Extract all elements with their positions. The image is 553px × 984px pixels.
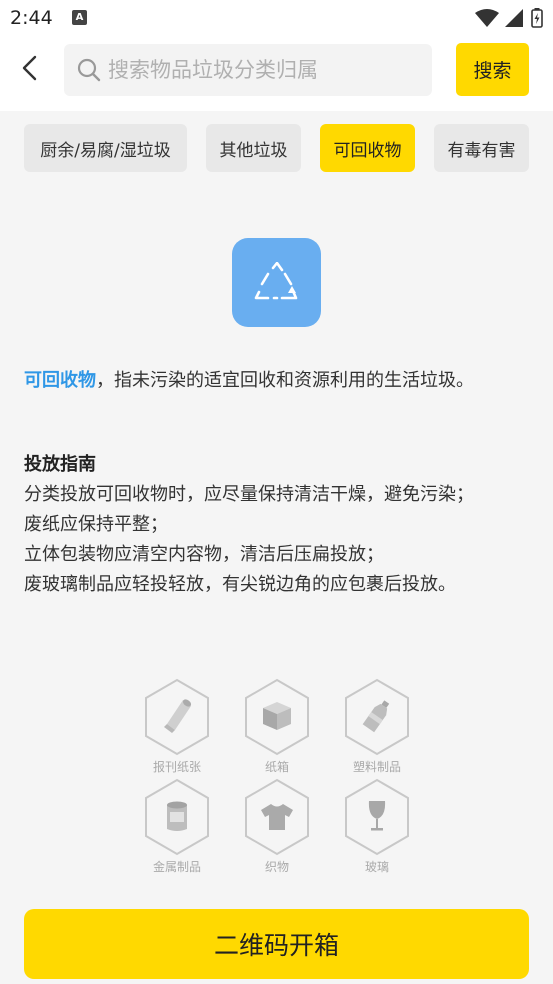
tab-recyclable[interactable]: 可回收物 bbox=[320, 124, 415, 172]
battery-charging-icon bbox=[531, 8, 543, 28]
example-item-label: 纸箱 bbox=[264, 760, 289, 774]
guide-line: 分类投放可回收物时，应尽量保持清洁干燥，避免污染； bbox=[24, 484, 474, 505]
guide-line: 废纸应保持平整； bbox=[24, 514, 168, 535]
search-box[interactable] bbox=[64, 44, 432, 96]
recyclable-category-icon bbox=[232, 238, 321, 327]
example-item-plastic: 塑料制品 bbox=[343, 678, 411, 778]
category-name: 可回收物 bbox=[24, 370, 96, 391]
example-item-label: 织物 bbox=[264, 860, 289, 874]
tab-hazardous[interactable]: 有毒有害 bbox=[434, 124, 529, 172]
search-header: 搜索 bbox=[0, 36, 553, 111]
guide-title: 投放指南 bbox=[24, 454, 96, 475]
status-icons bbox=[475, 8, 543, 28]
guide-line: 立体包装物应清空内容物，清洁后压扁投放； bbox=[24, 544, 384, 565]
tab-kitchen-waste[interactable]: 厨余/易腐/湿垃圾 bbox=[24, 124, 187, 172]
example-item-newspaper: 报刊纸张 bbox=[143, 678, 211, 778]
tshirt-icon bbox=[261, 804, 293, 830]
example-item-textile: 织物 bbox=[243, 778, 311, 878]
signal-icon bbox=[505, 9, 523, 27]
wine-glass-icon bbox=[368, 801, 386, 831]
metal-can-icon bbox=[167, 801, 187, 831]
cardboard-box-icon bbox=[263, 702, 291, 730]
example-item-metal: 金属制品 bbox=[143, 778, 211, 878]
example-item-label: 金属制品 bbox=[152, 860, 201, 874]
recycle-icon bbox=[254, 261, 297, 299]
back-button[interactable] bbox=[12, 50, 48, 86]
search-button[interactable]: 搜索 bbox=[456, 43, 529, 96]
category-definition: ，指未污染的适宜回收和资源利用的生活垃圾。 bbox=[96, 370, 474, 391]
chevron-left-icon bbox=[22, 55, 37, 81]
notification-badge: A bbox=[72, 10, 87, 25]
disposal-guide: 投放指南 分类投放可回收物时，应尽量保持清洁干燥，避免污染； 废纸应保持平整； … bbox=[24, 450, 539, 600]
wifi-icon bbox=[475, 9, 499, 27]
example-item-glass: 玻璃 bbox=[343, 778, 411, 878]
status-time: 2:44 bbox=[10, 7, 53, 29]
newspaper-roll-icon bbox=[164, 699, 192, 733]
status-bar: 2:44 A bbox=[0, 0, 553, 36]
example-item-label: 玻璃 bbox=[364, 860, 389, 874]
category-description: 可回收物，指未污染的适宜回收和资源利用的生活垃圾。 bbox=[24, 366, 534, 396]
example-item-label: 塑料制品 bbox=[352, 760, 401, 774]
search-input[interactable] bbox=[108, 44, 424, 96]
search-icon bbox=[77, 58, 101, 82]
guide-line: 废玻璃制品应轻投轻放，有尖锐边角的应包裹后投放。 bbox=[24, 574, 456, 595]
tab-other-waste[interactable]: 其他垃圾 bbox=[206, 124, 301, 172]
example-items: 报刊纸张 纸箱 塑料制品 金属制品 织物 玻璃 bbox=[143, 678, 411, 878]
plastic-bottle-icon bbox=[362, 700, 390, 733]
qr-open-bin-button[interactable]: 二维码开箱 bbox=[24, 909, 529, 979]
example-item-label: 报刊纸张 bbox=[152, 760, 201, 774]
example-item-carton: 纸箱 bbox=[243, 678, 311, 778]
